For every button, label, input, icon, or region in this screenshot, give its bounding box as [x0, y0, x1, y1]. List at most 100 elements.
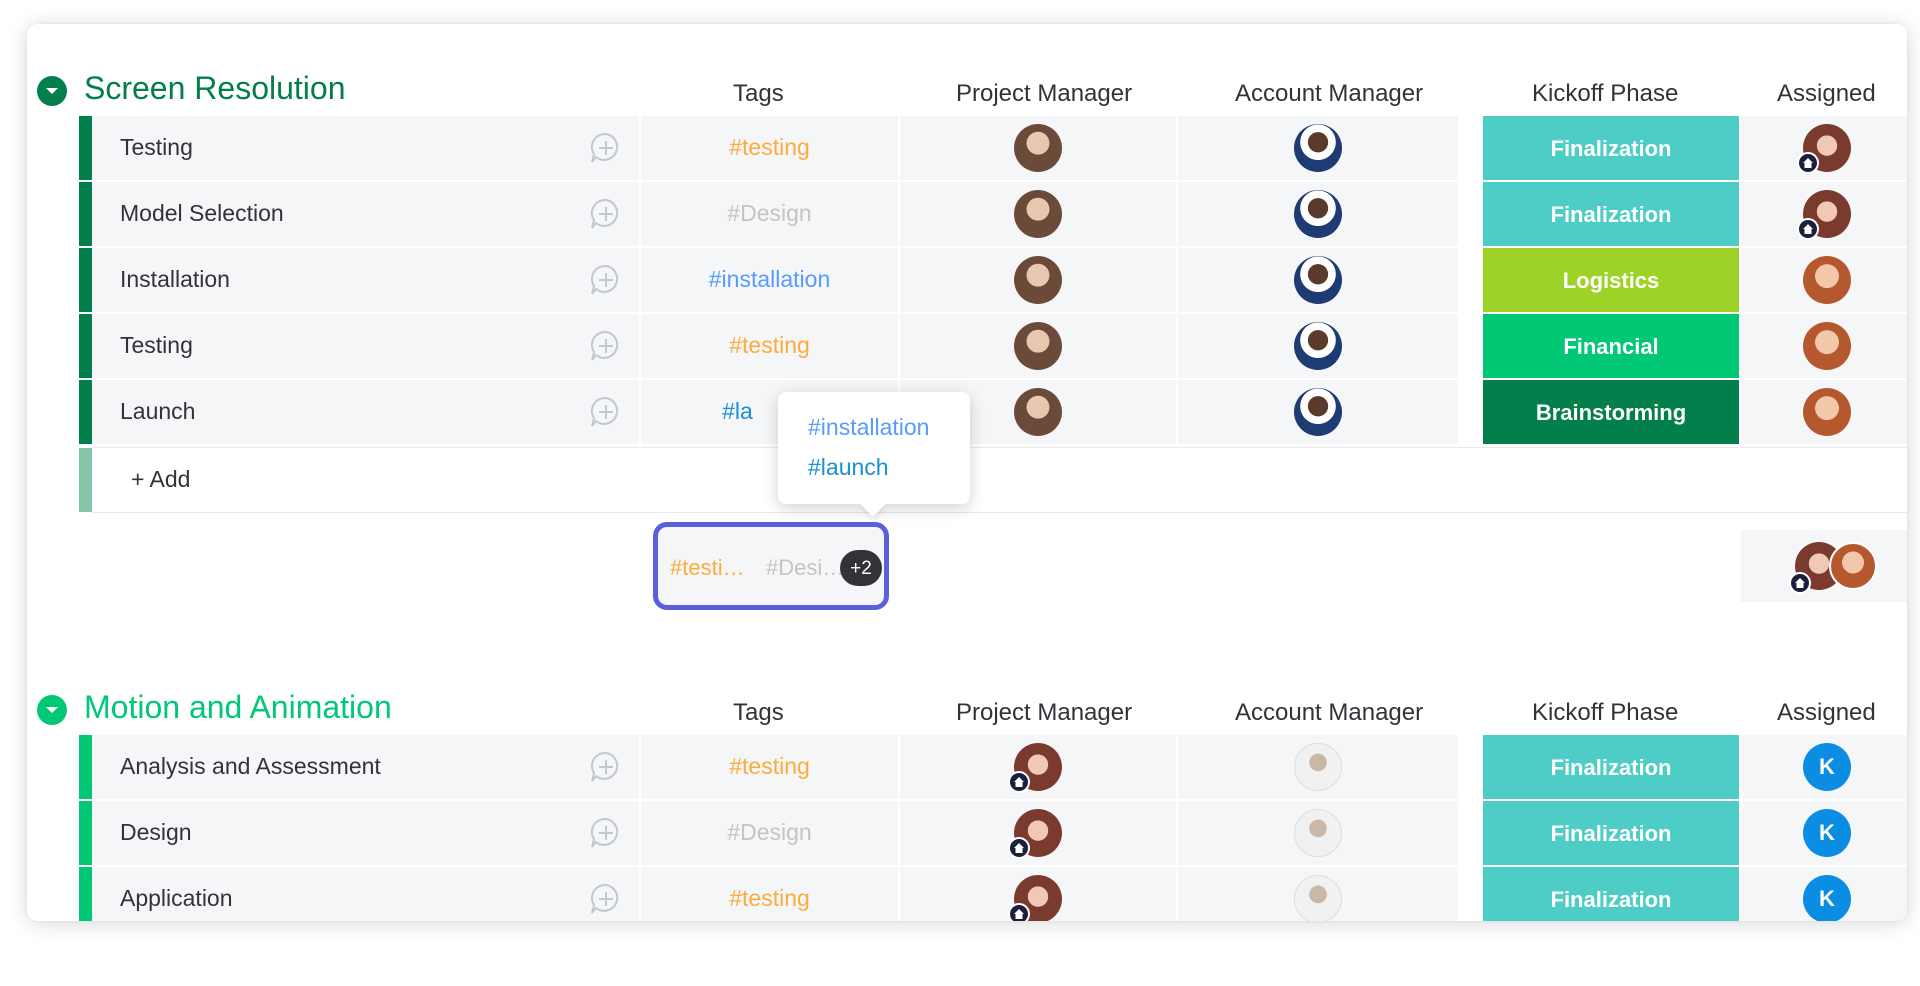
account-manager-cell[interactable]	[1178, 182, 1458, 246]
assigned-cell[interactable]	[1741, 380, 1907, 444]
avatar[interactable]: K	[1803, 809, 1851, 857]
item-name-cell[interactable]: Launch	[92, 380, 639, 444]
chat-plus-icon[interactable]	[588, 262, 624, 298]
tags-cell[interactable]: #testing	[641, 735, 898, 799]
tag[interactable]: #Design	[727, 200, 811, 226]
tag[interactable]: #testing	[729, 753, 810, 779]
tag[interactable]: #testing	[729, 885, 810, 911]
status-label[interactable]: Finalization	[1483, 735, 1739, 799]
project-manager-cell[interactable]	[900, 735, 1176, 799]
avatar[interactable]	[1294, 322, 1342, 370]
column-header-account-manager[interactable]: Account Manager	[1235, 699, 1423, 727]
more-tags-badge[interactable]: +2	[840, 550, 882, 586]
avatar[interactable]	[1803, 322, 1851, 370]
item-name[interactable]: Design	[120, 819, 192, 846]
project-manager-cell[interactable]	[900, 182, 1176, 246]
column-header-account-manager[interactable]: Account Manager	[1235, 80, 1423, 108]
item-name-cell[interactable]: Installation	[92, 248, 639, 312]
tags-cell[interactable]: #Design	[641, 801, 898, 865]
tag[interactable]: #testing	[729, 134, 810, 160]
account-manager-cell[interactable]	[1178, 867, 1458, 921]
tag[interactable]: #installation	[709, 266, 830, 292]
tags-cell[interactable]: #installation	[641, 248, 898, 312]
item-name[interactable]: Analysis and Assessment	[120, 753, 381, 780]
avatar[interactable]	[1294, 809, 1342, 857]
avatar[interactable]	[1803, 256, 1851, 304]
chat-plus-icon[interactable]	[588, 130, 624, 166]
avatar[interactable]	[1014, 388, 1062, 436]
chat-plus-icon[interactable]	[588, 394, 624, 430]
avatar[interactable]	[1294, 190, 1342, 238]
column-header-kickoff-phase[interactable]: Kickoff Phase	[1532, 699, 1678, 727]
item-name[interactable]: Testing	[120, 332, 193, 359]
avatar[interactable]	[1294, 388, 1342, 436]
account-manager-cell[interactable]	[1178, 380, 1458, 444]
status-label[interactable]: Financial	[1483, 314, 1739, 378]
tags-cell[interactable]: #testing	[641, 116, 898, 180]
summary-tag[interactable]: #testi…	[670, 555, 745, 581]
assigned-cell[interactable]: K	[1741, 735, 1907, 799]
item-name-cell[interactable]: Model Selection	[92, 182, 639, 246]
chevron-down-icon[interactable]	[37, 695, 67, 725]
account-manager-cell[interactable]	[1178, 116, 1458, 180]
status-label[interactable]: Finalization	[1483, 867, 1739, 921]
chat-plus-icon[interactable]	[588, 328, 624, 364]
chat-plus-icon[interactable]	[588, 815, 624, 851]
tag[interactable]: #Design	[727, 819, 811, 845]
avatar[interactable]	[1014, 190, 1062, 238]
assigned-cell[interactable]	[1741, 116, 1907, 180]
avatar[interactable]	[1294, 256, 1342, 304]
tags-cell[interactable]: #Design	[641, 182, 898, 246]
avatar[interactable]: K	[1803, 743, 1851, 791]
item-name[interactable]: Model Selection	[120, 200, 284, 227]
project-manager-cell[interactable]	[900, 867, 1176, 921]
project-manager-cell[interactable]	[900, 314, 1176, 378]
group-title[interactable]: Motion and Animation	[84, 689, 392, 726]
item-name-cell[interactable]: Testing	[92, 314, 639, 378]
tag[interactable]: #la	[722, 398, 753, 424]
item-name[interactable]: Testing	[120, 134, 193, 161]
tags-cell[interactable]: #testing	[641, 314, 898, 378]
assigned-cell[interactable]: K	[1741, 801, 1907, 865]
avatar[interactable]	[1294, 875, 1342, 921]
item-name-cell[interactable]: Testing	[92, 116, 639, 180]
assigned-summary-cell[interactable]	[1741, 530, 1907, 602]
column-header-assigned[interactable]: Assigned	[1777, 80, 1876, 108]
tags-cell[interactable]: #testing	[641, 867, 898, 921]
column-header-project-manager[interactable]: Project Manager	[956, 80, 1132, 108]
tags-summary-cell[interactable]: #testi… #Desi… +2	[653, 522, 889, 610]
item-name[interactable]: Installation	[120, 266, 230, 293]
status-label[interactable]: Finalization	[1483, 182, 1739, 246]
item-name-cell[interactable]: Design	[92, 801, 639, 865]
item-name[interactable]: Application	[120, 885, 233, 912]
status-label[interactable]: Finalization	[1483, 116, 1739, 180]
avatar[interactable]	[1014, 322, 1062, 370]
account-manager-cell[interactable]	[1178, 314, 1458, 378]
account-manager-cell[interactable]	[1178, 801, 1458, 865]
avatar[interactable]	[1014, 256, 1062, 304]
avatar[interactable]	[1294, 124, 1342, 172]
column-header-project-manager[interactable]: Project Manager	[956, 699, 1132, 727]
avatar[interactable]	[1294, 743, 1342, 791]
popover-tag[interactable]: #launch	[808, 454, 889, 481]
column-header-kickoff-phase[interactable]: Kickoff Phase	[1532, 80, 1678, 108]
chat-plus-icon[interactable]	[588, 196, 624, 232]
project-manager-cell[interactable]	[900, 248, 1176, 312]
avatar[interactable]: K	[1803, 875, 1851, 921]
chat-plus-icon[interactable]	[588, 749, 624, 785]
group-title[interactable]: Screen Resolution	[84, 70, 345, 107]
status-label[interactable]: Finalization	[1483, 801, 1739, 865]
summary-tag[interactable]: #Desi…	[766, 555, 844, 581]
project-manager-cell[interactable]	[900, 801, 1176, 865]
item-name[interactable]: Launch	[120, 398, 195, 425]
assigned-cell[interactable]	[1741, 314, 1907, 378]
avatar[interactable]	[1803, 388, 1851, 436]
avatar[interactable]	[1829, 542, 1877, 590]
chat-plus-icon[interactable]	[588, 881, 624, 917]
assigned-cell[interactable]: K	[1741, 867, 1907, 921]
project-manager-cell[interactable]	[900, 116, 1176, 180]
column-header-tags[interactable]: Tags	[733, 699, 784, 727]
account-manager-cell[interactable]	[1178, 248, 1458, 312]
add-item-button[interactable]: + Add	[131, 466, 190, 493]
account-manager-cell[interactable]	[1178, 735, 1458, 799]
